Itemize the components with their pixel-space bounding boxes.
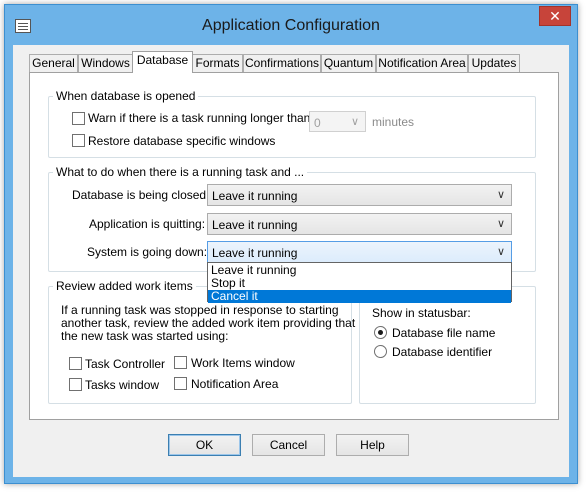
close-button[interactable]: ✕ <box>539 6 571 26</box>
database-closed-label: Database is being closed: <box>72 188 210 202</box>
window-title: Application Configuration <box>202 17 380 34</box>
when-opened-title: When database is opened <box>53 89 199 103</box>
system-down-select[interactable]: Leave it running ∨ <box>207 241 512 263</box>
statusbar-title: Show in statusbar: <box>372 306 471 320</box>
notification-area-checkbox[interactable] <box>174 377 187 390</box>
database-file-name-label: Database file name <box>392 326 496 340</box>
tasks-window-label: Tasks window <box>85 378 160 392</box>
notification-area-label: Notification Area <box>191 377 279 391</box>
chevron-down-icon: ∨ <box>496 218 505 230</box>
chevron-down-icon: ∨ <box>350 116 359 128</box>
app-quitting-select[interactable]: Leave it running ∨ <box>207 213 512 235</box>
restore-windows-checkbox[interactable] <box>72 134 85 147</box>
title-bar[interactable]: Application Configuration ✕ <box>5 5 577 45</box>
system-down-label: System is going down: <box>87 245 208 259</box>
work-items-window-checkbox[interactable] <box>174 356 187 369</box>
system-down-value: Leave it running <box>212 246 298 260</box>
chevron-down-icon: ∨ <box>496 246 505 258</box>
tab-quantum[interactable]: Quantum <box>321 54 376 73</box>
chevron-down-icon: ∨ <box>496 189 505 201</box>
warn-label: Warn if there is a task running longer t… <box>88 111 314 125</box>
system-down-dropdown-list: Leave it running Stop it Cancel it <box>207 262 512 303</box>
database-identifier-radio[interactable] <box>374 345 387 358</box>
database-closed-select[interactable]: Leave it running ∨ <box>207 184 512 206</box>
cancel-button[interactable]: Cancel <box>252 434 325 456</box>
tab-formats[interactable]: Formats <box>192 54 243 73</box>
help-button[interactable]: Help <box>336 434 409 456</box>
tab-database[interactable]: Database <box>132 51 193 73</box>
restore-windows-label: Restore database specific windows <box>88 134 276 148</box>
minutes-label: minutes <box>372 115 415 129</box>
when-opened-group <box>48 96 536 158</box>
minutes-value: 0 <box>314 116 321 130</box>
minutes-select[interactable]: 0 ∨ <box>309 111 366 132</box>
running-task-title: What to do when there is a running task … <box>53 165 308 179</box>
app-quitting-value: Leave it running <box>212 218 298 232</box>
review-description-line-3: the new task was started using: <box>61 329 229 343</box>
tab-windows[interactable]: Windows <box>78 54 133 73</box>
tasks-window-checkbox[interactable] <box>69 378 82 391</box>
task-controller-checkbox[interactable] <box>69 357 82 370</box>
database-identifier-label: Database identifier <box>392 345 493 359</box>
warn-checkbox[interactable] <box>72 112 85 125</box>
database-file-name-radio[interactable] <box>374 326 387 339</box>
option-cancel-it[interactable]: Cancel it <box>208 290 511 303</box>
tab-updates[interactable]: Updates <box>468 54 520 73</box>
work-items-window-label: Work Items window <box>191 356 295 370</box>
tab-general[interactable]: General <box>29 54 78 73</box>
database-closed-value: Leave it running <box>212 189 298 203</box>
tab-notification-area[interactable]: Notification Area <box>376 54 468 73</box>
ok-button[interactable]: OK <box>168 434 241 456</box>
option-leave-it-running[interactable]: Leave it running <box>208 264 511 277</box>
tab-confirmations[interactable]: Confirmations <box>243 54 321 73</box>
review-title: Review added work items <box>53 279 196 293</box>
task-controller-label: Task Controller <box>85 357 166 371</box>
app-quitting-label: Application is quitting: <box>89 217 206 231</box>
